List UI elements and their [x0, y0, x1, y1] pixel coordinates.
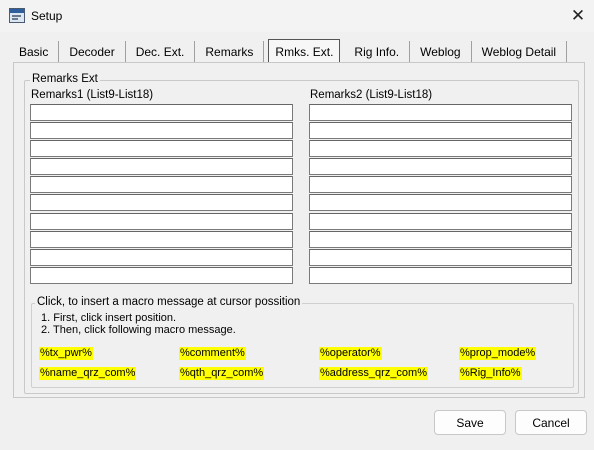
remarks1-field[interactable]: [30, 140, 293, 158]
macro-operator[interactable]: %operator%: [319, 347, 382, 360]
remarks2-field[interactable]: [309, 158, 572, 176]
close-icon[interactable]: ✕: [562, 0, 594, 32]
remarks1-field[interactable]: [30, 176, 293, 194]
tab-remarks[interactable]: Remarks: [195, 41, 265, 63]
remarks1-field[interactable]: [30, 230, 293, 248]
remarks1-field[interactable]: [30, 104, 293, 121]
macro-rig-info[interactable]: %Rig_Info%: [459, 367, 522, 380]
remarks1-field[interactable]: [30, 266, 293, 284]
remarks1-field[interactable]: [30, 248, 293, 266]
remarks1-list: [30, 104, 293, 285]
tab-rmks-ext[interactable]: Rmks. Ext.: [268, 39, 341, 63]
remarks1-field[interactable]: [30, 194, 293, 212]
remarks2-field[interactable]: [309, 212, 572, 230]
tab-basic[interactable]: Basic: [19, 41, 60, 63]
macro-address-qrz-com[interactable]: %address_qrz_com%: [319, 367, 428, 380]
window-title: Setup: [31, 9, 63, 23]
tab-weblog-detail[interactable]: Weblog Detail: [472, 41, 568, 63]
setup-app-icon: [9, 8, 25, 23]
tab-weblog[interactable]: Weblog: [410, 41, 472, 63]
instruction-step-2: 2. Then, click following macro message.: [41, 324, 236, 336]
remarks1-label: Remarks1 (List9-List18): [31, 89, 154, 101]
title-bar: Setup ✕: [0, 0, 594, 32]
cancel-button[interactable]: Cancel: [515, 410, 587, 435]
macro-name-qrz-com[interactable]: %name_qrz_com%: [39, 367, 137, 380]
macro-group-label: Click, to insert a macro message at curs…: [35, 296, 303, 308]
remarks-ext-group-label: Remarks Ext: [30, 73, 100, 85]
macro-comment[interactable]: %comment%: [179, 347, 246, 360]
remarks2-field[interactable]: [309, 230, 572, 248]
tab-dec-ext[interactable]: Dec. Ext.: [126, 41, 196, 63]
remarks2-list: [309, 104, 572, 285]
remarks1-field[interactable]: [30, 158, 293, 176]
macro-prop-mode[interactable]: %prop_mode%: [459, 347, 537, 360]
tab-rig-info[interactable]: Rig Info.: [344, 41, 411, 63]
save-button[interactable]: Save: [434, 410, 506, 435]
remarks2-field[interactable]: [309, 248, 572, 266]
tab-decoder[interactable]: Decoder: [59, 41, 126, 63]
remarks2-field[interactable]: [309, 122, 572, 140]
instruction-step-1: 1. First, click insert position.: [41, 312, 177, 324]
remarks1-field[interactable]: [30, 212, 293, 230]
macro-tx-pwr[interactable]: %tx_pwr%: [39, 347, 93, 360]
remarks1-field[interactable]: [30, 122, 293, 140]
remarks2-field[interactable]: [309, 140, 572, 158]
remarks2-field[interactable]: [309, 176, 572, 194]
remarks2-field[interactable]: [309, 266, 572, 284]
remarks2-label: Remarks2 (List9-List18): [310, 89, 433, 101]
tab-strip: Basic Decoder Dec. Ext. Remarks Rmks. Ex…: [19, 39, 568, 63]
macro-qth-qrz-com[interactable]: %qth_qrz_com%: [179, 367, 265, 380]
remarks2-field[interactable]: [309, 194, 572, 212]
remarks2-field[interactable]: [309, 104, 572, 121]
